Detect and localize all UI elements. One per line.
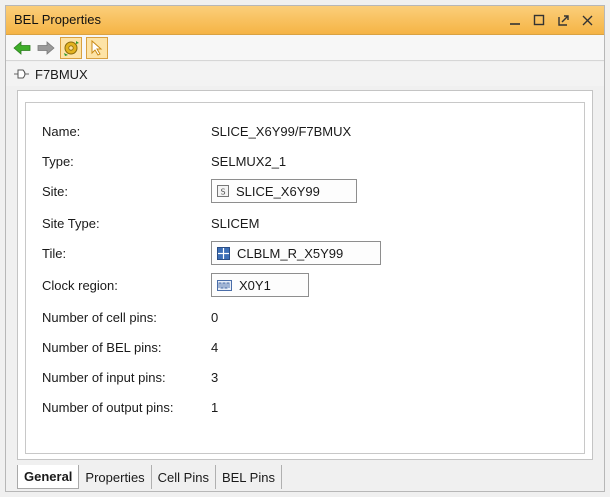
maximize-button[interactable] — [530, 11, 548, 29]
prop-row-clock-region: Clock region: X0Y1 — [26, 273, 584, 297]
pointer-icon — [91, 39, 103, 56]
clock-region-icon — [217, 279, 232, 291]
site-link[interactable]: S SLICE_X6Y99 — [211, 179, 357, 203]
site-value: SLICE_X6Y99 — [236, 183, 320, 199]
float-button[interactable] — [554, 11, 572, 29]
name-value: SLICE_X6Y99/F7BMUX — [211, 123, 352, 139]
bel-icon — [14, 69, 29, 79]
output-pins-label: Number of output pins: — [42, 399, 174, 415]
properties-panel: Name: SLICE_X6Y99/F7BMUX Type: SELMUX2_1… — [17, 90, 593, 460]
prop-row-type: Type: SELMUX2_1 — [26, 151, 584, 171]
tab-bel-pins[interactable]: BEL Pins — [216, 465, 282, 489]
clock-region-label: Clock region: — [42, 277, 118, 293]
svg-text:S: S — [220, 188, 225, 197]
back-button[interactable] — [12, 38, 32, 58]
maximize-icon — [533, 14, 545, 26]
close-button[interactable] — [578, 11, 596, 29]
object-name: F7BMUX — [35, 66, 88, 82]
tab-general[interactable]: General — [17, 465, 80, 489]
output-pins-value: 1 — [211, 399, 219, 415]
title-bar: BEL Properties — [6, 6, 604, 35]
type-label: Type: — [42, 153, 74, 169]
site-type-value: SLICEM — [211, 215, 260, 231]
tile-link[interactable]: CLBLM_R_X5Y99 — [211, 241, 381, 265]
prop-row-site: Site: S SLICE_X6Y99 — [26, 179, 584, 203]
object-header: F7BMUX — [6, 62, 604, 86]
name-label: Name: — [42, 123, 81, 139]
prop-row-bel-pins: Number of BEL pins: 4 — [26, 337, 584, 357]
window-controls — [506, 8, 596, 32]
forward-arrow-icon — [37, 40, 55, 55]
tab-properties[interactable]: Properties — [79, 465, 152, 489]
bel-properties-window: BEL Properties F7BMUX Name: SLICE_X6Y99/… — [5, 5, 605, 492]
minimize-button[interactable] — [506, 11, 524, 29]
bel-pins-value: 4 — [211, 339, 219, 355]
tile-label: Tile: — [42, 245, 67, 261]
back-arrow-icon — [13, 40, 31, 55]
site-type-label: Site Type: — [42, 215, 100, 231]
gear-refresh-icon — [64, 40, 79, 56]
prop-row-name: Name: SLICE_X6Y99/F7BMUX — [26, 121, 584, 141]
clock-region-value: X0Y1 — [239, 277, 271, 293]
window-title: BEL Properties — [14, 12, 101, 27]
cell-pins-value: 0 — [211, 309, 219, 325]
minimize-icon — [510, 23, 520, 25]
bel-pins-label: Number of BEL pins: — [42, 339, 162, 355]
prop-row-tile: Tile: CLBLM_R_X5Y99 — [26, 241, 584, 265]
prop-row-site-type: Site Type: SLICEM — [26, 213, 584, 233]
input-pins-label: Number of input pins: — [42, 369, 166, 385]
site-icon: S — [217, 185, 229, 197]
toolbar — [6, 35, 604, 61]
type-value: SELMUX2_1 — [211, 153, 287, 169]
prop-row-input-pins: Number of input pins: 3 — [26, 367, 584, 387]
cell-pins-label: Number of cell pins: — [42, 309, 157, 325]
clock-region-link[interactable]: X0Y1 — [211, 273, 309, 297]
tab-cell-pins[interactable]: Cell Pins — [152, 465, 216, 489]
tile-icon — [217, 246, 230, 260]
general-properties-box: Name: SLICE_X6Y99/F7BMUX Type: SELMUX2_1… — [25, 102, 585, 454]
site-label: Site: — [42, 183, 69, 199]
forward-button[interactable] — [36, 38, 56, 58]
float-icon — [557, 14, 569, 26]
prop-row-output-pins: Number of output pins: 1 — [26, 397, 584, 417]
tile-value: CLBLM_R_X5Y99 — [237, 245, 344, 261]
input-pins-value: 3 — [211, 369, 219, 385]
select-mode-button[interactable] — [86, 36, 108, 59]
tab-bar: General Properties Cell Pins BEL Pins — [17, 465, 282, 489]
auto-update-button[interactable] — [60, 36, 82, 59]
close-icon — [582, 15, 592, 25]
prop-row-cell-pins: Number of cell pins: 0 — [26, 307, 584, 327]
